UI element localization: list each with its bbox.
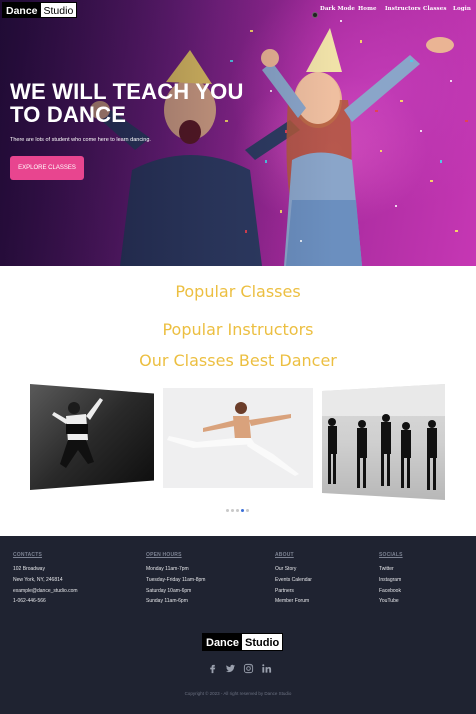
- popular-instructors-heading: Popular Instructors: [162, 320, 314, 339]
- carousel-slide-left[interactable]: [30, 384, 154, 490]
- site-footer: CONTACTS 102 Broadway New York, NY, 2468…: [0, 536, 476, 714]
- dancer-jump-image: [52, 398, 103, 468]
- footer-brand-logo-part1: Dance: [203, 634, 243, 650]
- top-nav: Dark Mode Home Instructors Classes Login: [0, 6, 476, 18]
- nav-instructors[interactable]: Instructors: [385, 6, 421, 12]
- contact-phone[interactable]: 1-062-446-566: [13, 596, 78, 607]
- explore-classes-button[interactable]: EXPLORE CLASSES: [10, 156, 84, 180]
- footer-contacts: CONTACTS 102 Broadway New York, NY, 2468…: [13, 552, 78, 607]
- nav-dark-mode[interactable]: Dark Mode: [320, 6, 355, 12]
- socials-twitter-link[interactable]: Twitter: [379, 564, 403, 575]
- main-content: Popular Classes Popular Instructors Our …: [0, 266, 476, 536]
- carousel-dot-5[interactable]: [246, 509, 249, 512]
- ballet-class-image: [322, 384, 445, 490]
- footer-contacts-heading: CONTACTS: [13, 552, 43, 558]
- facebook-icon[interactable]: [207, 663, 218, 674]
- ballet-leap-image: [167, 402, 299, 476]
- linkedin-icon[interactable]: [261, 663, 272, 674]
- carousel-dot-4[interactable]: [241, 509, 244, 512]
- socials-youtube-link[interactable]: YouTube: [379, 596, 403, 607]
- footer-open-hours-heading: OPEN HOURS: [146, 552, 182, 558]
- footer-about: ABOUT Our Story Events Calendar Partners…: [275, 552, 312, 607]
- hero-title: WE WILL TEACH YOU TO DANCE: [10, 79, 244, 127]
- contact-city: New York, NY, 246814: [13, 576, 63, 583]
- carousel-slide-right[interactable]: [322, 384, 445, 500]
- footer-socials-heading: SOCIALS: [379, 552, 403, 558]
- socials-facebook-link[interactable]: Facebook: [379, 586, 403, 597]
- footer-about-heading: ABOUT: [275, 552, 294, 558]
- nav-classes[interactable]: Classes: [423, 6, 447, 12]
- twitter-icon[interactable]: [225, 663, 236, 674]
- best-dancer-heading: Our Classes Best Dancer: [139, 351, 337, 370]
- hours-saturday: Saturday 10am-6pm: [146, 587, 192, 594]
- about-our-story-link[interactable]: Our Story: [275, 564, 312, 575]
- about-partners-link[interactable]: Partners: [275, 586, 312, 597]
- hero-subtitle: There are lots of student who come here …: [10, 137, 151, 143]
- footer-brand-logo[interactable]: Dance Studio: [202, 633, 284, 651]
- carousel-pagination: [226, 509, 249, 512]
- footer-open-hours: OPEN HOURS Monday 11am-7pm Tuesday-Frida…: [146, 552, 205, 607]
- hours-sunday: Sunday 11am-6pm: [146, 598, 188, 605]
- footer-socials: SOCIALS Twitter Instagram Facebook YouTu…: [379, 552, 403, 607]
- hero-section: Dance Studio Dark Mode Home Instructors …: [0, 0, 476, 266]
- carousel-dot-1[interactable]: [226, 509, 229, 512]
- carousel-dot-2[interactable]: [231, 509, 234, 512]
- contact-email[interactable]: example@dance_studio.com: [13, 586, 78, 597]
- hours-monday: Monday 11am-7pm: [146, 566, 189, 572]
- about-events-calendar-link[interactable]: Events Calendar: [275, 575, 312, 586]
- hours-tuesday-friday: Tuesday-Friday 11am-8pm: [146, 576, 206, 583]
- carousel-dot-3[interactable]: [236, 509, 239, 512]
- footer-social-icons: [207, 663, 272, 674]
- copyright-text: Copyright © 2023 - All right reserved by…: [184, 691, 292, 696]
- nav-login[interactable]: Login: [453, 6, 471, 12]
- footer-brand-logo-part2: Studio: [242, 634, 283, 650]
- dark-mode-toggle-icon[interactable]: [312, 12, 318, 18]
- contact-address: 102 Broadway: [13, 566, 45, 572]
- about-member-forum-link[interactable]: Member Forum: [275, 596, 312, 607]
- dancer-carousel[interactable]: [0, 384, 476, 500]
- popular-classes-heading: Popular Classes: [175, 282, 301, 301]
- carousel-slide-center[interactable]: [163, 388, 313, 488]
- socials-instagram-link[interactable]: Instagram: [379, 575, 403, 586]
- instagram-icon[interactable]: [243, 663, 254, 674]
- hero-overlay: [0, 0, 476, 266]
- nav-home[interactable]: Home: [358, 6, 377, 12]
